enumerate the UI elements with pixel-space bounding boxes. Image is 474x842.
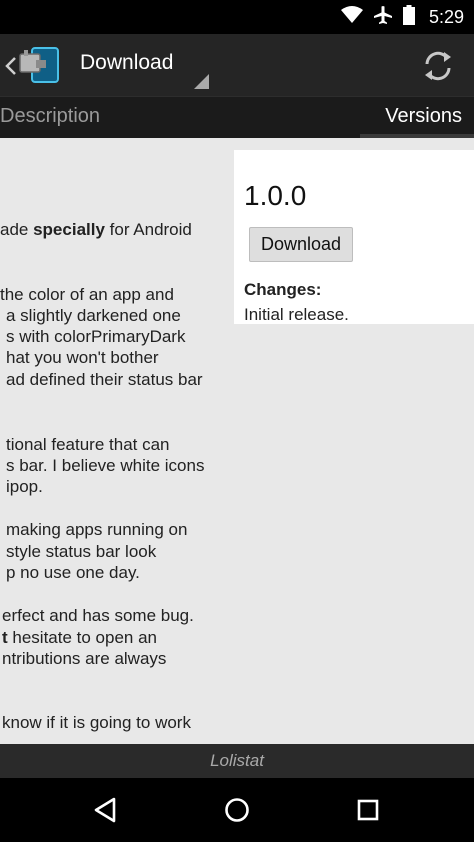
home-icon[interactable]: [217, 790, 257, 830]
description-line: ntributions are always: [2, 649, 167, 668]
description-line: a slightly darkened one: [6, 306, 181, 325]
airplane-icon: [373, 5, 393, 29]
description-line: hat you won't bother: [6, 348, 159, 367]
navigation-bar: [0, 778, 474, 842]
spinner-dropdown-icon[interactable]: [194, 74, 209, 89]
description-page[interactable]: ade specially for Android the color of a…: [0, 138, 234, 744]
changes-label: Changes:: [244, 280, 322, 299]
description-line: ad defined their status bar: [6, 370, 203, 389]
description-line: p no use one day.: [6, 563, 140, 582]
battery-icon: [402, 5, 415, 29]
footer-app-name: Lolistat: [0, 744, 474, 778]
description-line: the color of an app and: [0, 285, 174, 304]
status-time: 5:29: [428, 6, 464, 27]
back-chevron-icon[interactable]: [4, 56, 18, 76]
description-line: style status bar look: [6, 542, 157, 561]
description-line: ipop.: [6, 477, 43, 496]
content-pager[interactable]: ade specially for Android the color of a…: [0, 138, 474, 744]
app-logo-icon[interactable]: [18, 46, 60, 84]
download-button[interactable]: Download: [249, 227, 353, 262]
description-line: erfect and has some bug.: [2, 606, 194, 625]
version-card: 1.0.0 Download Changes: Initial release.: [234, 150, 474, 324]
tab-bar: Description Versions: [0, 96, 474, 138]
recents-icon[interactable]: [348, 790, 388, 830]
description-line: s with colorPrimaryDark: [6, 327, 186, 346]
description-line: t hesitate to open an: [2, 628, 158, 647]
description-line: s bar. I believe white icons: [6, 456, 205, 475]
version-number: 1.0.0: [244, 180, 307, 211]
tab-versions[interactable]: Versions: [385, 97, 462, 139]
wifi-icon: [340, 6, 363, 28]
description-line: tional feature that can: [6, 435, 170, 454]
refresh-icon[interactable]: [418, 46, 458, 86]
status-icons: 5:29: [340, 0, 464, 34]
description-line: ade specially for Android: [0, 220, 192, 239]
description-line: making apps running on: [6, 520, 188, 539]
app-bar: Download: [0, 34, 474, 96]
changes-text: Initial release.: [244, 305, 349, 324]
status-bar: 5:29: [0, 0, 474, 34]
back-icon[interactable]: [85, 790, 125, 830]
tab-description[interactable]: Description: [0, 97, 100, 139]
description-line: know if it is going to work: [2, 713, 191, 732]
app-title[interactable]: Download: [80, 51, 173, 75]
